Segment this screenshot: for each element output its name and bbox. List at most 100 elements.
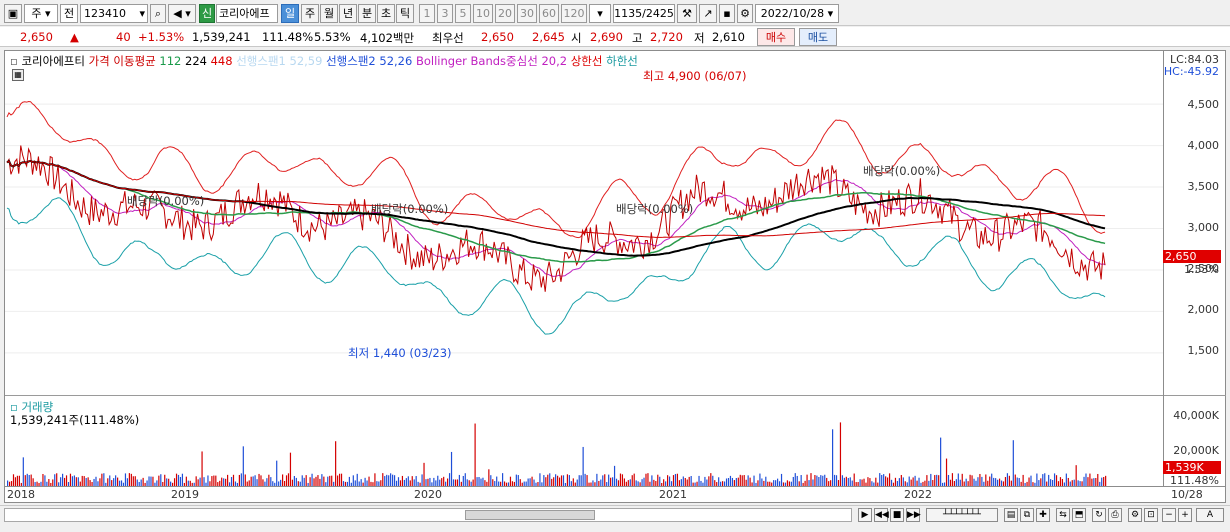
minus-icon[interactable]: − (1162, 508, 1176, 522)
volume-bar (115, 475, 117, 486)
interval-120-button[interactable]: 120 (561, 4, 587, 23)
volume-bar (287, 473, 290, 486)
volume-bar (1002, 481, 1005, 486)
crosshair-icon[interactable]: ✚ (1036, 508, 1050, 522)
volume-bar (777, 478, 779, 486)
volume-bar (1048, 474, 1050, 486)
chart-scrollbar[interactable] (4, 508, 852, 522)
period-second-button[interactable]: 초 (377, 4, 395, 23)
volume-bar (403, 479, 405, 486)
buy-button[interactable]: 매수 (757, 28, 795, 46)
volume-bar (590, 482, 592, 486)
window-icon[interactable]: ▣ (4, 4, 22, 23)
interval-30-button[interactable]: 30 (517, 4, 537, 23)
x-label-2019: 2019 (171, 488, 199, 501)
volume-bar (798, 481, 800, 486)
cycle-icon[interactable]: ↻ (1092, 508, 1106, 522)
search-icon[interactable]: ⌕ (150, 4, 166, 23)
volume-bar (425, 479, 427, 486)
print-icon[interactable]: ⎙ (1108, 508, 1122, 522)
save-icon[interactable]: ▪ (719, 4, 735, 23)
volume-bar (130, 473, 132, 486)
indicator-icon[interactable]: ⚒ (677, 4, 697, 23)
volume-bar (213, 475, 215, 486)
interval-10-button[interactable]: 10 (473, 4, 493, 23)
interval-custom-select[interactable]: ▾ (589, 4, 611, 23)
period-month-button[interactable]: 월 (320, 4, 338, 23)
volume-bar (91, 482, 93, 486)
axis-divider (1164, 395, 1226, 396)
volume-bar (327, 476, 329, 486)
rewind-icon[interactable]: ◀◀ (874, 508, 889, 522)
volume-bar (142, 477, 144, 486)
volume-bar (1030, 475, 1032, 486)
period-tick-button[interactable]: 틱 (396, 4, 414, 23)
interval-5-button[interactable]: 5 (455, 4, 471, 23)
volume-bar (672, 475, 675, 486)
volume-bar (158, 475, 160, 486)
draw-tool-icon[interactable]: ↗ (699, 4, 717, 23)
scrollbar-thumb[interactable] (465, 510, 595, 520)
volume-bar (505, 482, 508, 486)
volume-bar (368, 476, 370, 486)
volume-bar (718, 477, 720, 486)
interval-20-button[interactable]: 20 (495, 4, 515, 23)
volume-bar (619, 473, 622, 486)
fit-icon[interactable]: ⊡ (1144, 508, 1158, 522)
volume-bar (517, 475, 519, 486)
price-tag: 2,650 (1163, 250, 1221, 263)
period-year-button[interactable]: 년 (339, 4, 357, 23)
copy-icon[interactable]: ⧉ (1020, 508, 1034, 522)
sell-button[interactable]: 매도 (799, 28, 837, 46)
volume-bar (307, 482, 309, 486)
zoom-slider[interactable]: ┴┴┴┴┴┴┴ (926, 508, 998, 522)
volume-bar (851, 480, 853, 486)
volume-bar (769, 481, 771, 486)
vol-tick-40000k: 40,000K (1173, 409, 1219, 422)
y-tick-3500: 3,500 (1187, 180, 1220, 193)
volume-bar (938, 475, 940, 486)
stop-icon[interactable]: ■ (890, 508, 904, 522)
stock-name-field[interactable]: 코리아에프 (216, 4, 278, 23)
type-select[interactable]: 주 ▾ (24, 4, 58, 23)
period-day-button[interactable]: 일 (281, 4, 299, 23)
volume-bar (415, 476, 417, 486)
volume-bar (688, 476, 690, 486)
volume-bar (835, 475, 838, 486)
volume-bar (179, 476, 182, 486)
volume-bar (659, 476, 661, 486)
x-label-2020: 2020 (414, 488, 442, 501)
scroll-right-icon[interactable]: ▶ (858, 508, 872, 522)
volume-bar (323, 476, 325, 486)
auto-scale-button[interactable]: A (1196, 508, 1224, 522)
volume-bar (134, 476, 136, 486)
interval-1-button[interactable]: 1 (419, 4, 435, 23)
volume-bar (20, 482, 22, 486)
layout-icon[interactable]: ▤ (1004, 508, 1018, 522)
volume-bar (1061, 478, 1064, 486)
gear-icon-2[interactable]: ⚙ (1128, 508, 1142, 522)
volume-bar (574, 482, 576, 486)
speaker-icon[interactable]: ◀ ▾ (168, 4, 196, 23)
interval-3-button[interactable]: 3 (437, 4, 453, 23)
volume-bar (926, 475, 928, 486)
volume-bar (50, 482, 52, 486)
period-minute-button[interactable]: 분 (358, 4, 376, 23)
volume-bar (602, 475, 604, 486)
chart-area[interactable]: ▫ 코리아에프티 가격 이동평균 112 224 448 선행스팬1 52,59… (4, 50, 1226, 487)
gear-icon[interactable]: ⚙ (737, 4, 753, 23)
interval-60-button[interactable]: 60 (539, 4, 559, 23)
range-select[interactable]: 전 (60, 4, 78, 23)
date-input[interactable]: 2022/10/28 ▾ (755, 4, 839, 23)
compare-icon[interactable]: ⇆ (1056, 508, 1070, 522)
code-input[interactable]: 123410 ▾ (80, 4, 148, 23)
volume-bar (260, 475, 262, 486)
plus-icon[interactable]: + (1178, 508, 1192, 522)
volume-bar (922, 481, 924, 486)
period-week-button[interactable]: 주 (301, 4, 319, 23)
volume-bar (865, 482, 867, 486)
volume-bar (826, 477, 828, 486)
split-icon[interactable]: ⬒ (1072, 508, 1086, 522)
volume-bar (615, 478, 618, 486)
fast-forward-icon[interactable]: ▶▶ (906, 508, 921, 522)
